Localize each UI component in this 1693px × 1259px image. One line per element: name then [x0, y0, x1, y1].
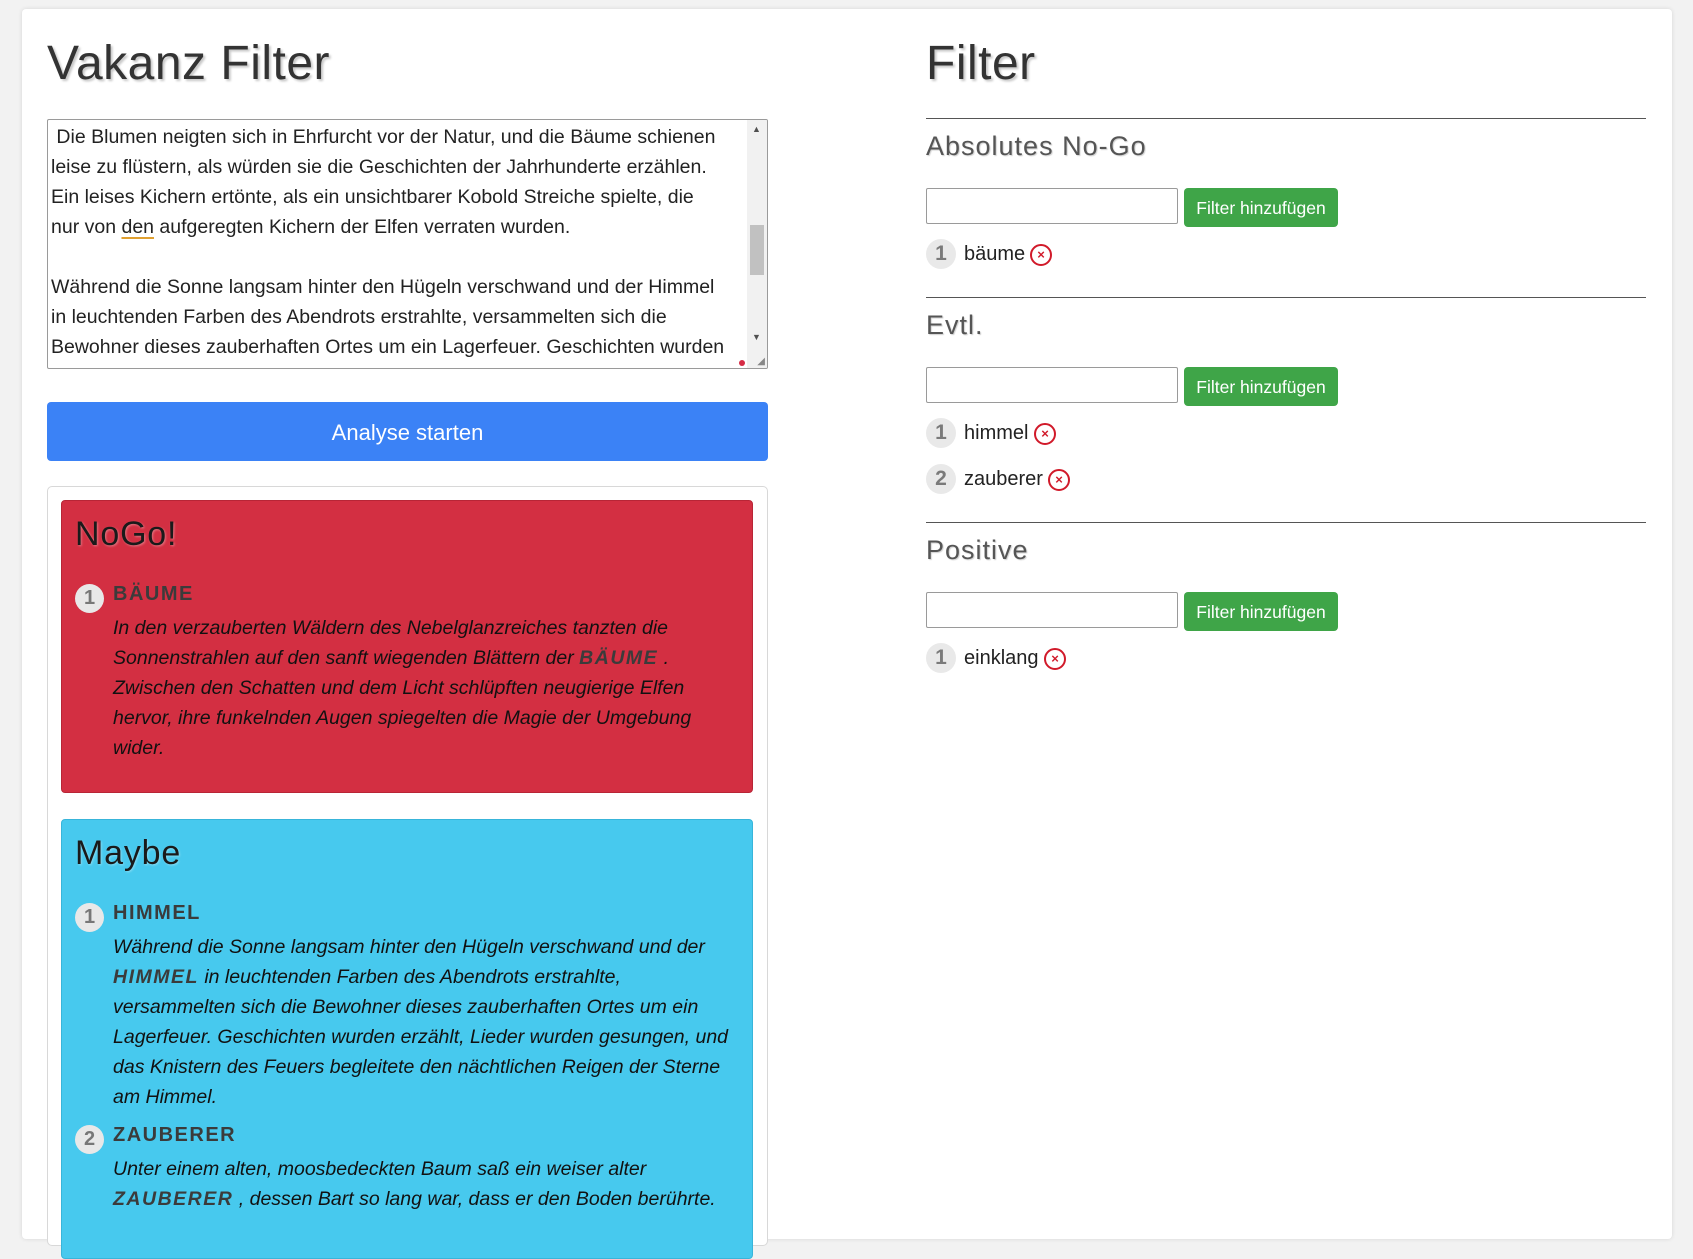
evtl-filter-input[interactable]	[926, 367, 1178, 403]
results-container: NoGo! 1 BÄUME In den verzauberten Wälder…	[47, 486, 768, 1259]
hit-keyword-heading: ZAUBERER	[113, 1124, 237, 1146]
nogo-title: NoGo!	[75, 515, 178, 553]
remove-filter-icon[interactable]: ×	[1034, 423, 1056, 445]
grammar-marker-icon	[739, 360, 745, 366]
spellcheck-word: den	[121, 216, 155, 238]
text-input-area[interactable]: Die Blumen neigten sich in Ehrfurcht vor…	[47, 119, 768, 369]
evtl-add-filter-button[interactable]: Filter hinzufügen	[1184, 367, 1338, 406]
hit-keyword-heading: HIMMEL	[113, 902, 201, 924]
section-divider	[926, 297, 1646, 298]
section-divider	[926, 522, 1646, 523]
section-title-evtl: Evtl.	[926, 310, 984, 340]
remove-filter-icon[interactable]: ×	[1048, 469, 1070, 491]
remove-filter-icon[interactable]: ×	[1044, 648, 1066, 670]
chip-label: zauberer	[964, 468, 1043, 490]
hit-keyword-inline: Zauberer	[113, 1188, 234, 1210]
nogo-panel: NoGo! 1 BÄUME In den verzauberten Wälder…	[61, 500, 753, 793]
nogo-hit: 1 BÄUME In den verzauberten Wäldern des …	[75, 581, 735, 771]
section-title-positive: Positive	[926, 535, 1029, 565]
nogo-add-filter-button[interactable]: Filter hinzufügen	[1184, 188, 1338, 227]
scroll-thumb[interactable]	[750, 225, 764, 275]
maybe-hit: 2 ZAUBERER Unter einem alten, moosbedeck…	[75, 1122, 735, 1222]
page-title: Vakanz Filter	[47, 37, 331, 90]
chip-label: himmel	[964, 422, 1029, 444]
chip-number-badge: 1	[926, 418, 956, 448]
nogo-filter-input[interactable]	[926, 188, 1178, 224]
hit-context-text: Unter einem alten, moosbedeckten Baum sa…	[113, 1158, 716, 1210]
textarea-content[interactable]: Die Blumen neigten sich in Ehrfurcht vor…	[48, 120, 767, 362]
filter-title: Filter	[926, 37, 1036, 90]
chip-label: bäume	[964, 243, 1026, 265]
chip-label: einklang	[964, 647, 1039, 669]
maybe-panel: Maybe 1 HIMMEL Während die Sonne langsam…	[61, 819, 753, 1259]
scroll-up-arrow-icon[interactable]: ▲	[752, 124, 761, 134]
textarea-scrollbar[interactable]: ▲ ▼	[747, 120, 767, 368]
hit-number-badge: 2	[75, 1125, 104, 1154]
hit-number-badge: 1	[75, 903, 104, 932]
hit-keyword-heading: BÄUME	[113, 583, 194, 605]
positive-filter-input[interactable]	[926, 592, 1178, 628]
hit-context-text: Während die Sonne langsam hinter den Hüg…	[113, 936, 729, 1108]
hit-context-text: In den verzauberten Wäldern des Nebelgla…	[113, 617, 692, 759]
section-title-nogo: Absolutes No-Go	[926, 131, 1147, 161]
scroll-down-arrow-icon[interactable]: ▼	[752, 332, 761, 342]
maybe-title: Maybe	[75, 834, 182, 872]
chip-number-badge: 2	[926, 464, 956, 494]
resize-grip-icon[interactable]: ◢	[757, 357, 765, 367]
section-divider	[926, 118, 1646, 119]
remove-filter-icon[interactable]: ×	[1030, 244, 1052, 266]
analyse-start-button[interactable]: Analyse starten	[47, 402, 768, 461]
chip-number-badge: 1	[926, 239, 956, 269]
maybe-hit: 1 HIMMEL Während die Sonne langsam hinte…	[75, 900, 735, 1110]
hit-keyword-inline: Himmel	[113, 966, 199, 988]
hit-number-badge: 1	[75, 584, 104, 613]
hit-keyword-inline: Bäume	[579, 647, 659, 669]
chip-number-badge: 1	[926, 643, 956, 673]
positive-add-filter-button[interactable]: Filter hinzufügen	[1184, 592, 1338, 631]
